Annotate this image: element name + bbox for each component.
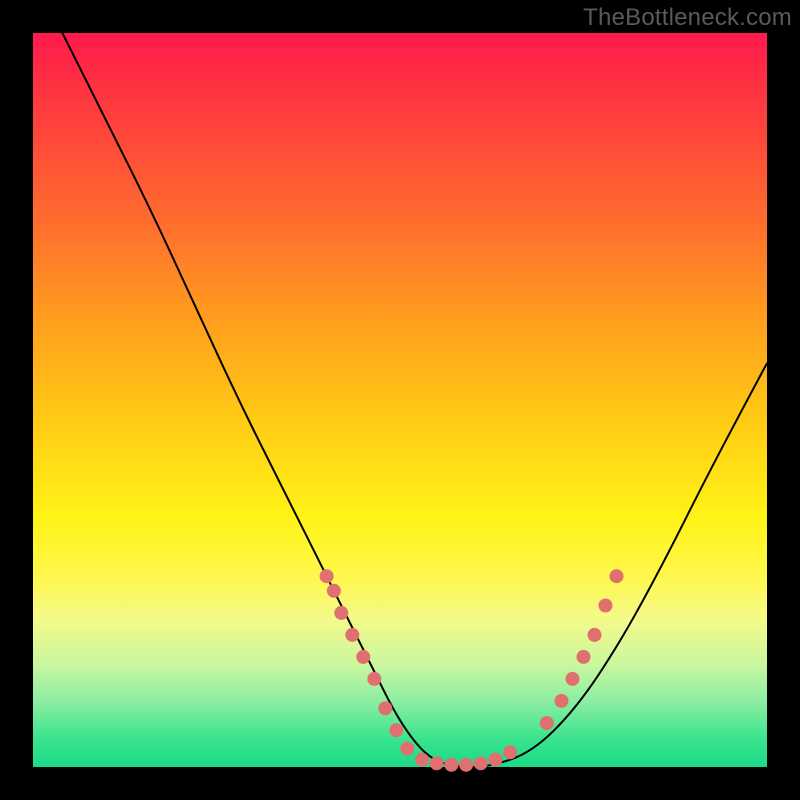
curve-marker [599, 599, 613, 613]
bottleneck-curve-svg [33, 33, 767, 767]
curve-marker [503, 745, 517, 759]
curve-marker [610, 569, 624, 583]
bottleneck-curve [62, 33, 767, 767]
curve-marker [555, 694, 569, 708]
curve-marker [345, 628, 359, 642]
curve-marker [588, 628, 602, 642]
curve-marker [415, 753, 429, 767]
curve-marker [320, 569, 334, 583]
curve-marker [540, 716, 554, 730]
plot-area [33, 33, 767, 767]
curve-marker [488, 753, 502, 767]
curve-marker [356, 650, 370, 664]
curve-marker [474, 756, 488, 770]
curve-marker [378, 701, 392, 715]
curve-marker [389, 723, 403, 737]
chart-frame: TheBottleneck.com [0, 0, 800, 800]
curve-marker [430, 756, 444, 770]
curve-marker [334, 606, 348, 620]
curve-marker [400, 742, 414, 756]
curve-marker [444, 758, 458, 772]
watermark-label: TheBottleneck.com [583, 4, 792, 32]
curve-marker [566, 672, 580, 686]
curve-marker [367, 672, 381, 686]
curve-marker [327, 584, 341, 598]
marker-group [320, 569, 624, 772]
curve-marker [459, 758, 473, 772]
curve-marker [577, 650, 591, 664]
